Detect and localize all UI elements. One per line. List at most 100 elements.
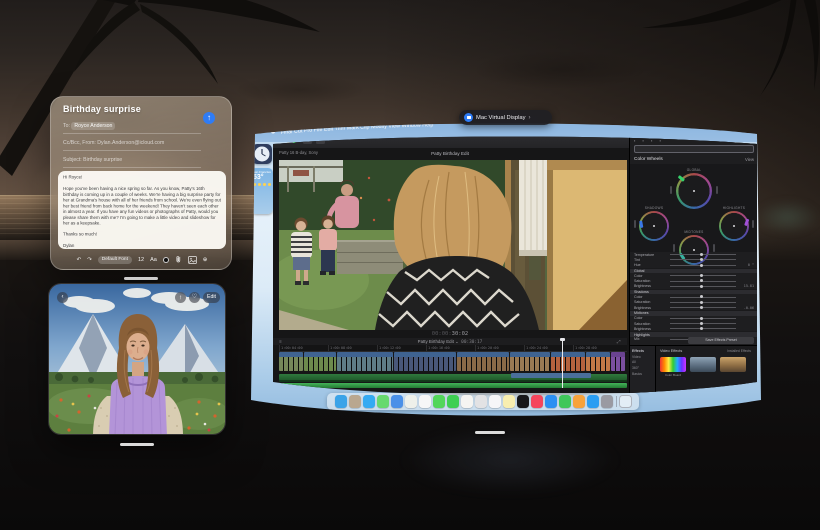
timeline-clip[interactable] [394,352,456,371]
dock-app-icon[interactable] [391,395,404,408]
dock-app-icon[interactable] [601,395,614,408]
dock-app-icon[interactable] [405,395,418,408]
effects-category[interactable]: Basics [632,372,653,378]
message-body[interactable]: Hi Royce! Hope you've been having a nice… [58,171,226,249]
dock-app-icon[interactable] [559,395,572,408]
favorite-heart-icon[interactable]: ♡ [189,292,200,303]
dock-app-icon[interactable] [475,395,488,408]
save-effects-preset-button[interactable]: Save Effects Preset [688,337,754,344]
attachment-icon[interactable] [175,255,182,264]
highlights-color-wheel[interactable] [719,211,749,241]
inspector-panel: ▪ ▪ ▪ ▪ Color Wheels View Global Shadows [629,134,757,345]
ruler-timecode: 1:00:24:00 [524,345,573,351]
inspector-slider[interactable] [670,254,736,255]
dock-app-icon[interactable] [377,395,390,408]
shadows-color-wheel[interactable] [639,211,669,241]
inspector-slider[interactable] [670,286,736,287]
inspector-slider[interactable] [670,302,736,303]
final-cut-pro-window[interactable]: Patty 16 B-day, Sony Patty Birthday Edit [273,134,757,402]
dock-app-icon[interactable] [573,395,586,408]
send-button[interactable]: ↑ [203,112,215,124]
dock-app-icon[interactable] [461,395,474,408]
back-button[interactable]: ‹ [57,292,68,303]
ruler-timecode: 1:00:20:00 [475,345,524,351]
inspector-slider[interactable] [670,259,736,260]
inspector-slider[interactable] [670,281,736,282]
timecode-hours: 00:00: [432,331,452,337]
dock-app-icon[interactable] [489,395,502,408]
font-picker-button[interactable]: Default Font [98,256,132,264]
dock-app-icon[interactable] [433,395,446,408]
trash-icon[interactable] [619,395,632,408]
dock-app-icon[interactable] [545,395,558,408]
mail-compose-window[interactable]: Birthday surprise ↑ To: Royce Anderson C… [50,96,232,270]
mail-grab-bar[interactable] [124,277,158,280]
dock-app-icon[interactable] [335,395,348,408]
timeline-clip[interactable] [279,352,303,371]
timeline-clip[interactable] [586,352,610,371]
inspector-slider[interactable] [670,307,736,308]
color-adjustment-list: Temperature Tint Hue [630,252,758,342]
timeline-clip[interactable] [551,352,585,371]
effect-item-2[interactable] [690,357,716,377]
dock-app-icon[interactable] [419,395,432,408]
font-size-button[interactable]: 12 [138,257,144,263]
dock-app-icon[interactable] [447,395,460,408]
color-wheels-header[interactable]: Color Wheels View [634,156,754,164]
screen-grab-bar[interactable] [475,431,505,434]
timeline-ruler[interactable]: 1:00:04:001:00:08:001:00:12:001:00:16:00… [279,345,627,352]
playhead[interactable] [562,338,563,388]
dock-app-icon[interactable] [587,395,600,408]
dock-app-icon[interactable] [503,395,516,408]
dock-app-icon[interactable] [349,395,362,408]
ccbcc-from-field[interactable]: Cc/Bcc, From: Dylan.Anderson@icloud.com [63,136,201,151]
timeline-clip[interactable] [337,352,393,371]
inspector-slider[interactable] [670,275,736,276]
inspector-slider[interactable] [670,328,736,329]
mail-subject-title: Birthday surprise [63,104,141,114]
effects-browser: Effects VideoAll360°Basics Video Effects… [629,345,757,402]
photos-grab-bar[interactable] [120,443,154,446]
inspector-slider[interactable] [670,318,736,319]
to-field[interactable]: To: Royce Anderson [63,119,201,134]
viewer-video-frame[interactable] [279,160,627,330]
subject-field[interactable]: Subject: Birthday surprise [63,153,201,168]
music-track[interactable] [279,383,627,388]
view-dropdown[interactable]: View [745,156,754,164]
redo-icon[interactable]: ↷ [87,257,92,263]
undo-icon[interactable]: ↶ [77,257,82,263]
inspector-slider[interactable] [670,297,736,298]
clock-widget[interactable] [252,144,272,164]
connected-clip[interactable] [511,373,591,378]
dock-app-icon[interactable] [531,395,544,408]
timeline-toolbar[interactable]: ≡ Patty Birthday Edit ⌄ 00:30:17 ⤢ [273,338,627,345]
timeline-clip[interactable] [510,352,550,371]
more-formatting-icon[interactable]: ⊕ [203,257,208,263]
timeline-clip[interactable] [457,352,509,371]
effects-search-bar[interactable]: ⌕ [660,394,750,400]
share-icon[interactable]: ↑ [175,292,186,303]
transport-timecode[interactable]: 00:00:30:02 [273,330,627,338]
insert-photo-icon[interactable] [188,256,197,264]
ruler-timecode: 1:00:12:00 [377,345,426,351]
dock-app-icon[interactable] [363,395,376,408]
mac-virtual-display-pill[interactable]: Mac Virtual Display › [459,110,552,125]
photos-window[interactable]: ‹ ↑ ♡ Edit [48,283,226,435]
edit-button[interactable]: Edit [203,292,220,303]
effect-preset-field[interactable] [634,145,754,153]
timeline-zoom-icon[interactable]: ⤢ [617,339,621,344]
ruler-timecode: 1:00:28:00 [573,345,622,351]
global-color-wheel[interactable] [676,173,712,209]
to-recipient-chip[interactable]: Royce Anderson [71,122,115,130]
mac-virtual-display-screen[interactable]: Final Cut Pro File Edit Trim Mark Clip M… [247,118,765,426]
installed-effects-dropdown[interactable]: Installed Effects [727,349,751,353]
effect-item-3[interactable] [720,357,746,377]
text-style-button[interactable]: Aa [150,257,157,263]
timeline-clip[interactable] [304,352,336,371]
inspector-slider[interactable] [670,265,736,266]
timeline-clip[interactable] [611,352,625,371]
dock-app-icon[interactable] [517,395,530,408]
text-color-button[interactable] [163,257,169,263]
inspector-slider[interactable] [670,323,736,324]
effect-color-board[interactable]: Color Board [660,357,686,377]
